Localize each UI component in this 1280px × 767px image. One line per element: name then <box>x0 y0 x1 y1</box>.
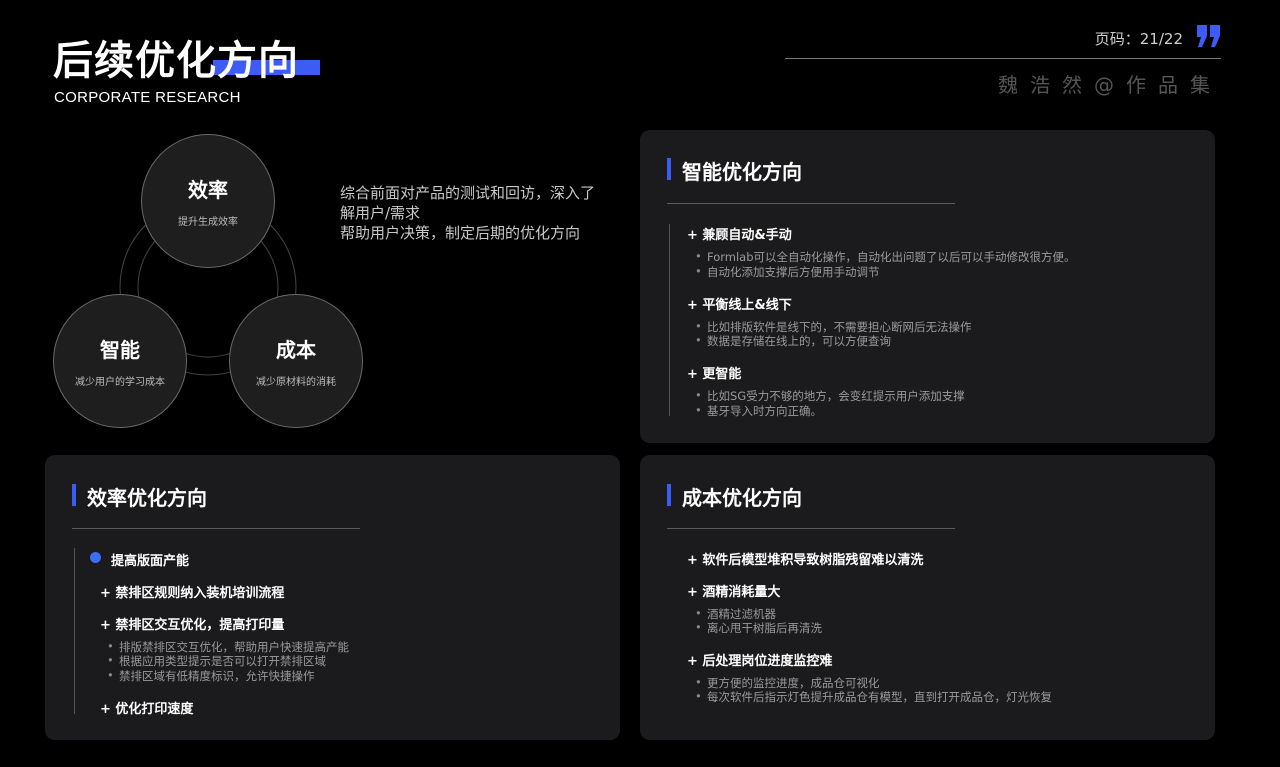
header-rule <box>785 58 1221 59</box>
quote-icon <box>1197 25 1220 47</box>
card-rule <box>667 203 955 204</box>
card-rule <box>667 528 955 529</box>
triad-diagram: 效率 提升生成效率 智能 减少用户的学习成本 成本 减少原材料的消耗 <box>50 132 370 432</box>
smart-bullet: 自动化添加支撑后方便用手动调节 <box>695 264 879 280</box>
efficiency-card: 效率优化方向 提高版面产能 + 禁排区规则纳入装机培训流程 + 禁排区交互优化，… <box>45 455 620 740</box>
cost-circle-title: 成本 <box>276 338 316 362</box>
cost-item-3: + 后处理岗位进度监控难 <box>687 654 833 669</box>
cost-circle: 成本 减少原材料的消耗 <box>229 294 363 428</box>
efficiency-item-1: + 禁排区规则纳入装机培训流程 <box>100 586 285 601</box>
smart-heading-1: + 兼顾自动&手动 <box>687 228 792 243</box>
card-vline <box>669 224 670 416</box>
efficiency-circle-title: 效率 <box>188 178 228 202</box>
cost-card: 成本优化方向 + 软件后模型堆积导致树脂残留难以清洗 + 酒精消耗量大 酒精过滤… <box>640 455 1215 740</box>
efficiency-lead: 提高版面产能 <box>111 554 190 569</box>
intro-line-1: 综合前面对产品的测试和回访，深入了解用户/需求 <box>340 184 596 222</box>
card-accent-bar <box>72 484 76 506</box>
card-accent-bar <box>667 158 671 180</box>
smart-bullet: 比如SG受力不够的地方，会变红提示用户添加支撑 <box>695 388 965 404</box>
card-rule <box>72 528 360 529</box>
intro-line-2: 帮助用户决策，制定后期的优化方向 <box>340 224 581 242</box>
page-number: 页码：21/22 <box>1094 30 1183 48</box>
efficiency-item-2: + 禁排区交互优化，提高打印量 <box>100 618 285 633</box>
intro-text: 综合前面对产品的测试和回访，深入了解用户/需求 帮助用户决策，制定后期的优化方向 <box>340 183 605 243</box>
cost-item-1: + 软件后模型堆积导致树脂残留难以清洗 <box>687 553 924 568</box>
smart-circle-title: 智能 <box>100 338 140 362</box>
smart-card-title: 智能优化方向 <box>682 160 802 184</box>
cost-circle-sub: 减少原材料的消耗 <box>256 377 336 388</box>
author-label: 魏浩然@作品集 <box>998 73 1222 97</box>
smart-circle-sub: 减少用户的学习成本 <box>75 377 165 388</box>
efficiency-circle: 效率 提升生成效率 <box>141 134 275 268</box>
smart-bullet: Formlab可以全自动化操作，自动化出问题了以后可以手动修改很方便。 <box>695 249 1075 265</box>
cost-bullet: 离心甩干树脂后再清洗 <box>695 620 822 636</box>
efficiency-card-title: 效率优化方向 <box>87 486 207 510</box>
efficiency-item-3: + 优化打印速度 <box>100 702 194 717</box>
page-title: 后续优化方向 <box>53 38 299 84</box>
efficiency-circle-sub: 提升生成效率 <box>178 217 238 228</box>
smart-card: 智能优化方向 + 兼顾自动&手动 Formlab可以全自动化操作，自动化出问题了… <box>640 130 1215 443</box>
efficiency-bullet: 禁排区域有低精度标识，允许快捷操作 <box>107 668 314 684</box>
card-accent-bar <box>667 484 671 506</box>
card-vline <box>74 548 75 714</box>
smart-circle: 智能 减少用户的学习成本 <box>53 294 187 428</box>
smart-heading-3: + 更智能 <box>687 367 742 382</box>
smart-bullet: 数据是存储在线上的，可以方便查询 <box>695 333 891 349</box>
cost-item-2: + 酒精消耗量大 <box>687 585 781 600</box>
cost-card-title: 成本优化方向 <box>682 486 802 510</box>
smart-bullet: 基牙导入时方向正确。 <box>695 403 822 419</box>
bullet-dot <box>90 552 101 563</box>
efficiency-bullet: 根据应用类型提示是否可以打开禁排区域 <box>107 653 326 669</box>
smart-heading-2: + 平衡线上&线下 <box>687 298 792 313</box>
cost-bullet: 每次软件后指示灯色提升成品仓有模型，直到打开成品仓，灯光恢复 <box>695 689 1052 705</box>
page-subtitle: CORPORATE RESEARCH <box>54 89 241 106</box>
